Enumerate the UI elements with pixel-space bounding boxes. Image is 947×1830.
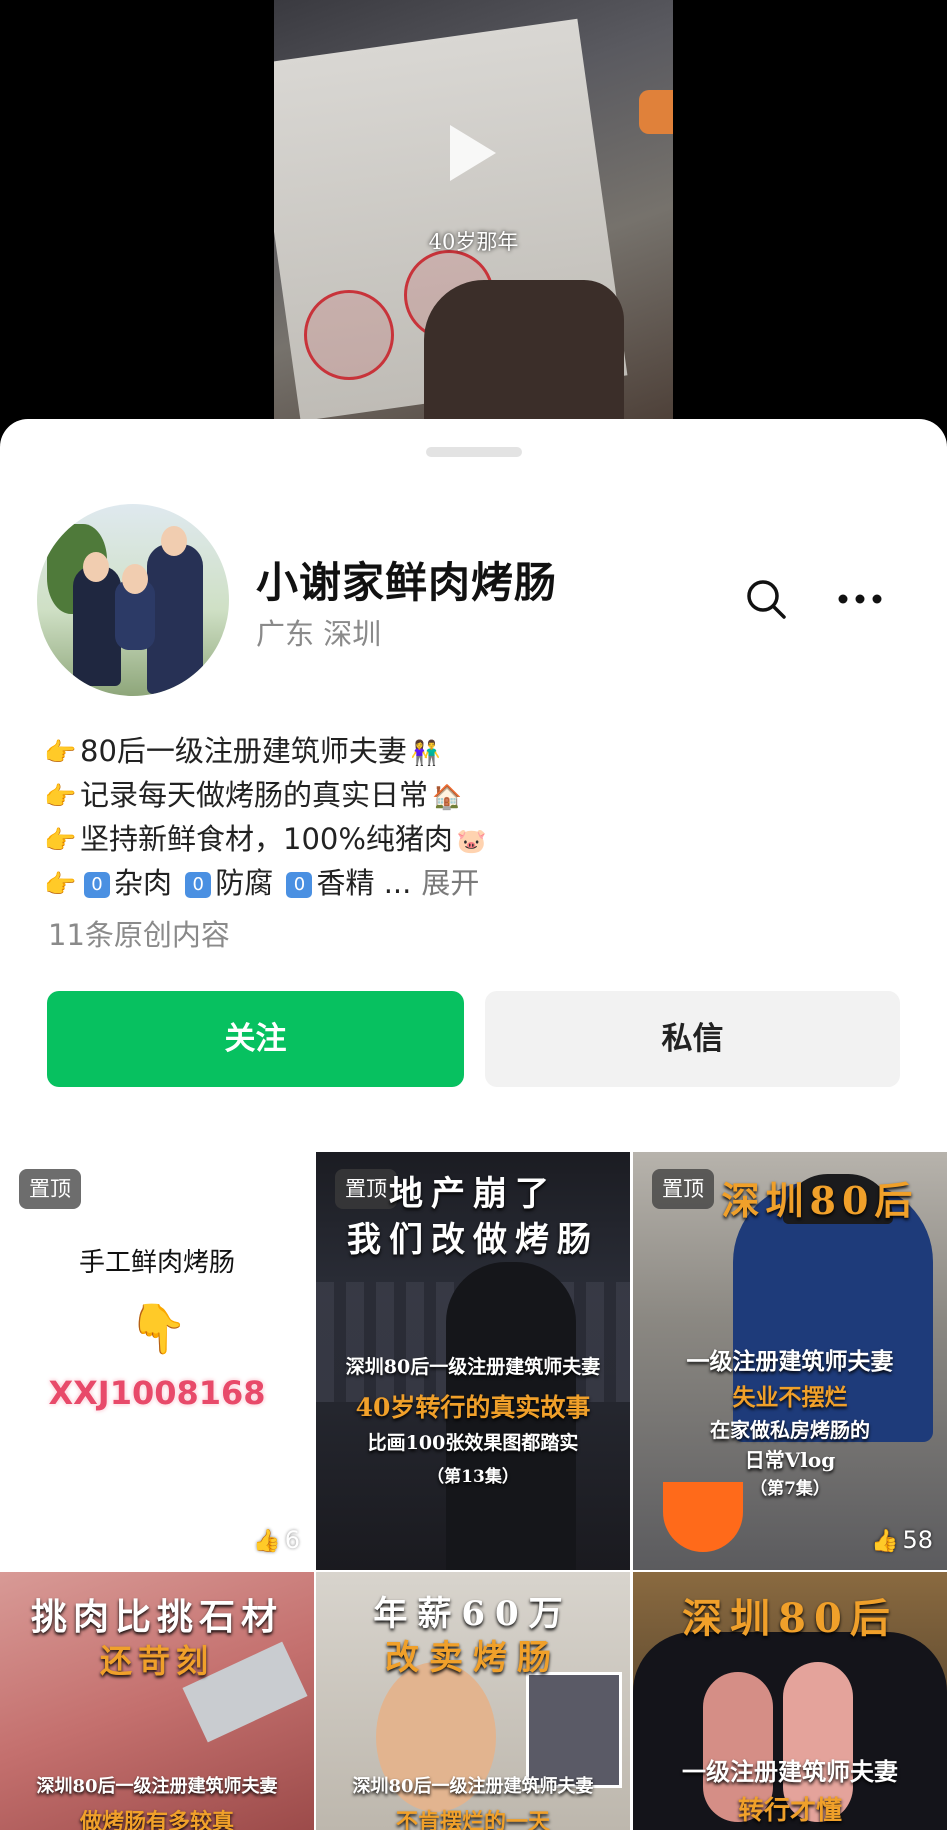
avatar-face: [83, 552, 109, 582]
bio-text: 防腐: [215, 866, 274, 900]
bio-line: 👉 坚持新鲜食材，100%纯猪肉 🐷: [44, 817, 904, 861]
post-subtitle: 深圳80后一级注册建筑师夫妻: [345, 1356, 601, 1378]
likes-value: 6: [284, 1526, 300, 1554]
post-title: 还苛刻: [99, 1642, 214, 1680]
zero-keycap-icon: 0: [286, 872, 313, 898]
house-icon: 🏠: [432, 783, 462, 811]
likes-value: 58: [902, 1526, 933, 1554]
avatar-face: [122, 564, 148, 594]
search-icon[interactable]: [744, 577, 788, 621]
zero-keycap-icon: 0: [185, 872, 212, 898]
message-button[interactable]: 私信: [485, 991, 900, 1087]
pointing-down-icon: 👇: [128, 1301, 188, 1357]
bio-ellipsis: ...: [383, 866, 412, 900]
post-subtitle: 深圳80后一级注册建筑师夫妻: [352, 1776, 594, 1797]
inset-photo: [526, 1672, 622, 1788]
video-player[interactable]: 40岁那年: [0, 0, 947, 440]
post-title: 改卖烤肠: [385, 1638, 561, 1678]
post-title: 年薪60万: [373, 1594, 573, 1634]
post-subtitle: （第7集）: [750, 1479, 830, 1499]
video-caption: 40岁那年: [428, 230, 519, 254]
hand-image: [424, 280, 624, 440]
post-subtitle: 做烤肠有多较真: [79, 1809, 234, 1830]
likes-count: 👍 6: [253, 1526, 300, 1554]
post-tile[interactable]: 深圳80后 一级注册建筑师夫妻 转行才懂: [633, 1572, 947, 1830]
post-title: 我们改做烤肠: [347, 1220, 599, 1260]
sheet-drag-handle[interactable]: [426, 447, 522, 457]
video-thumbnail: [274, 0, 673, 440]
seal-stamp: [304, 290, 394, 380]
bio-line: 👉 0 杂肉 0 防腐 0 香精 ... 展开: [44, 861, 904, 905]
play-icon[interactable]: [450, 125, 496, 181]
profile-name: 小谢家鲜肉烤肠: [256, 558, 558, 607]
post-title: 深圳80后: [721, 1178, 919, 1223]
original-content-count: 11条原创内容: [48, 918, 230, 952]
post-subtitle: 一级注册建筑师夫妻: [686, 1348, 894, 1375]
pig-icon: 🐷: [456, 827, 487, 855]
bio-text: 杂肉: [114, 866, 173, 900]
profile-location: 广东 深圳: [256, 617, 382, 651]
post-title: 手工鲜肉烤肠: [78, 1248, 235, 1278]
post-title: 深圳80后: [682, 1595, 898, 1642]
post-subtitle: 失业不摆烂: [732, 1384, 848, 1411]
post-subtitle: 在家做私房烤肠的: [710, 1418, 870, 1442]
avatar-person: [147, 544, 203, 694]
pointing-hand-icon: 👉: [44, 738, 77, 768]
zero-keycap-icon: 0: [84, 872, 110, 898]
bio-text: 坚持新鲜食材，100%纯猪肉: [80, 822, 453, 856]
post-tile[interactable]: 置顶 深圳80后 一级注册建筑师夫妻 失业不摆烂 在家做私房烤肠的 日常Vlog…: [633, 1152, 947, 1570]
thumbs-up-icon: 👍: [871, 1529, 899, 1554]
post-title: 挑肉比挑石材: [30, 1596, 283, 1638]
bio-text: 记录每天做烤肠的真实日常: [80, 778, 429, 812]
post-tile[interactable]: 置顶 手工鲜肉烤肠 👇 XXJ1008168 👍 6: [0, 1152, 314, 1570]
likes-count: 👍 58: [871, 1526, 933, 1554]
post-subtitle: 不肯摆烂的一天: [395, 1809, 550, 1830]
profile-sheet: 小谢家鲜肉烤肠 广东 深圳 👉 80后一级注册建筑师夫妻 👫 👉 记录每天做烤肠的真实…: [0, 419, 947, 1830]
pointing-hand-icon: 👉: [44, 782, 77, 812]
orange-tab: [639, 90, 673, 134]
avatar-face: [161, 526, 187, 556]
post-subtitle: 转行才懂: [737, 1796, 842, 1826]
post-subtitle: 40岁转行的真实故事: [355, 1393, 591, 1422]
bio-text: 80后一级注册建筑师夫妻: [80, 734, 407, 768]
more-icon[interactable]: [835, 579, 885, 619]
couple-icon: 👫: [410, 739, 441, 767]
post-subtitle: 日常Vlog: [744, 1448, 836, 1472]
post-tile[interactable]: 挑肉比挑石材 还苛刻 深圳80后一级注册建筑师夫妻 做烤肠有多较真: [0, 1572, 314, 1830]
avatar[interactable]: [37, 504, 229, 696]
post-tile[interactable]: 置顶 地产崩了 我们改做烤肠 深圳80后一级注册建筑师夫妻 40岁转行的真实故事…: [316, 1152, 630, 1570]
bio-text: 香精: [316, 866, 375, 900]
post-subtitle: 一级注册建筑师夫妻: [682, 1757, 898, 1786]
profile-bio: 👉 80后一级注册建筑师夫妻 👫 👉 记录每天做烤肠的真实日常 🏠 👉 坚持新鲜食材，10…: [44, 729, 904, 905]
post-tile[interactable]: 年薪60万 改卖烤肠 深圳80后一级注册建筑师夫妻 不肯摆烂的一天: [316, 1572, 630, 1830]
follow-button[interactable]: 关注: [47, 991, 464, 1087]
expand-bio-link[interactable]: 展开: [421, 866, 479, 900]
bio-line: 👉 记录每天做烤肠的真实日常 🏠: [44, 773, 904, 817]
avatar-person: [73, 566, 121, 686]
post-subtitle: （第13集）: [427, 1467, 519, 1487]
post-subtitle: 深圳80后一级注册建筑师夫妻: [36, 1776, 278, 1797]
thumbs-up-icon: 👍: [253, 1529, 281, 1554]
pinned-badge: 置顶: [19, 1169, 81, 1209]
pointing-hand-icon: 👉: [44, 870, 77, 900]
bio-line: 👉 80后一级注册建筑师夫妻 👫: [44, 729, 904, 773]
post-code: XXJ1008168: [48, 1374, 266, 1412]
post-subtitle: 比画100张效果图都踏实: [367, 1432, 579, 1454]
pointing-hand-icon: 👉: [44, 826, 77, 856]
post-title: 地产崩了: [389, 1174, 557, 1214]
